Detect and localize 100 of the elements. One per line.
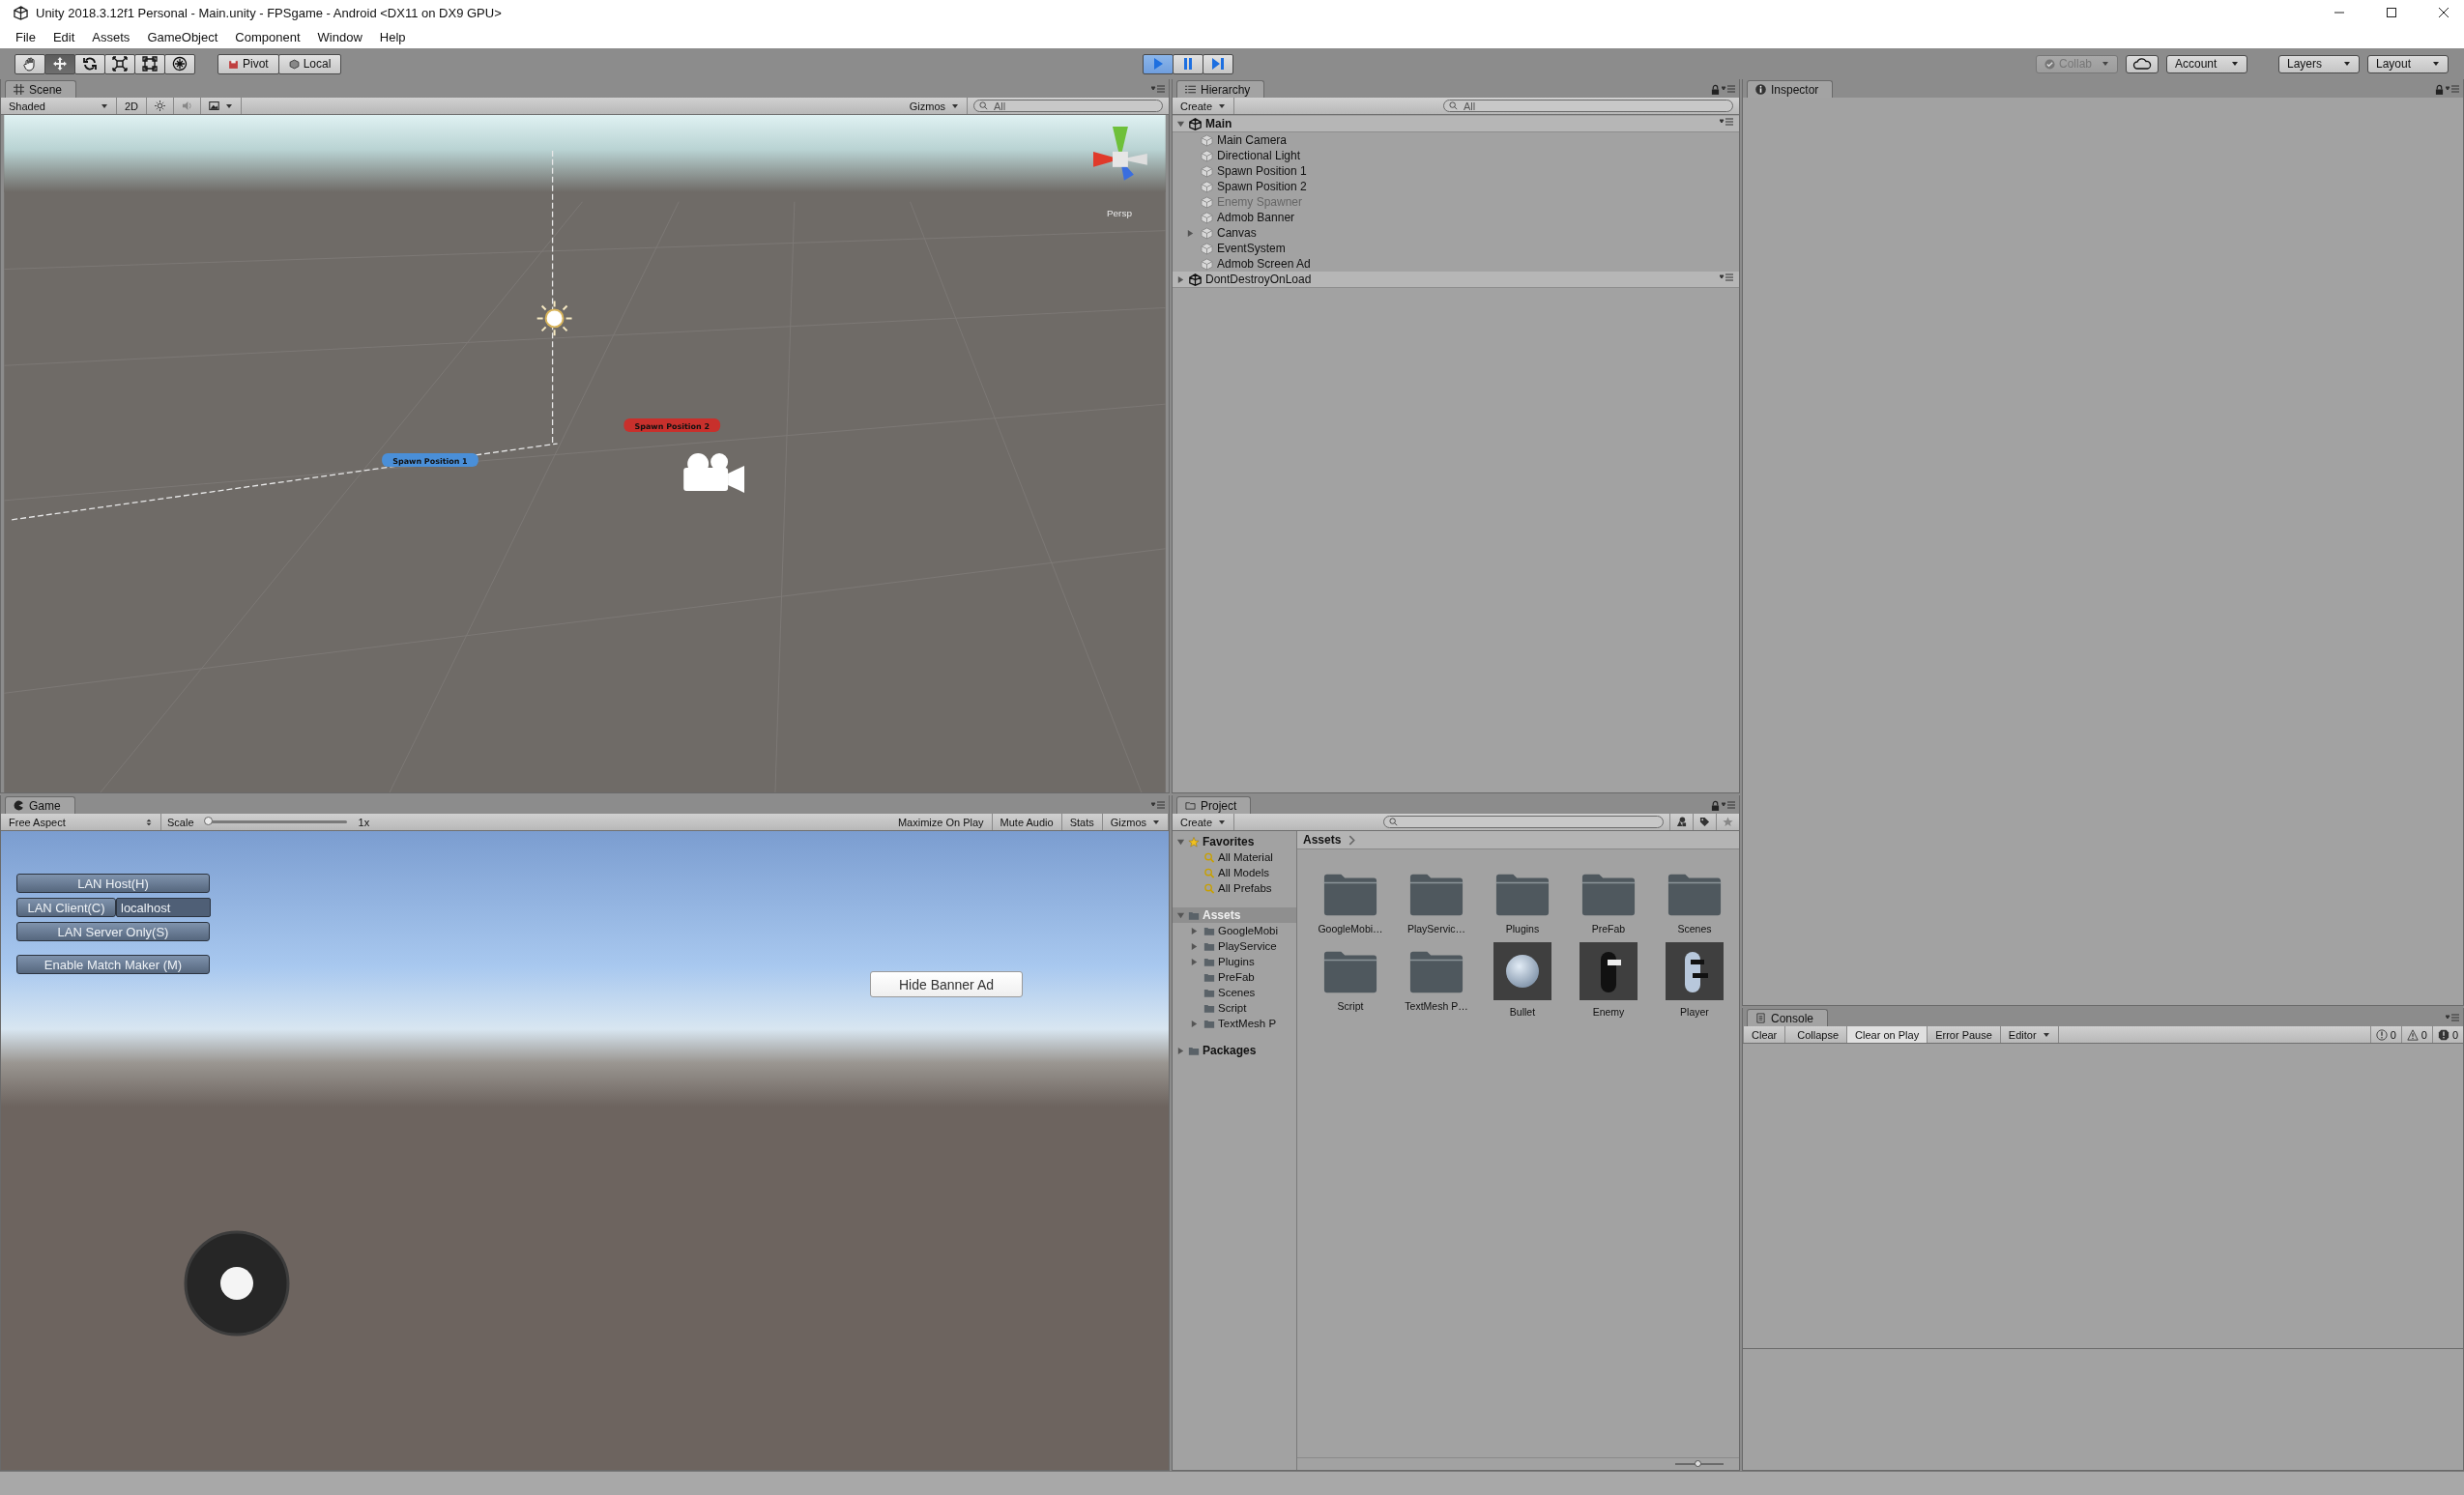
step-button[interactable] (1203, 53, 1234, 74)
scene-menu-icon[interactable] (1720, 117, 1733, 126)
network-button[interactable]: LAN Host(H) (16, 874, 210, 893)
hierarchy-tab[interactable]: Hierarchy (1176, 80, 1265, 98)
network-button[interactable]: LAN Server Only(S) (16, 922, 210, 941)
shading-dropdown[interactable]: Shaded (1, 98, 117, 114)
tree-item[interactable]: Script (1173, 1000, 1296, 1016)
asset-item[interactable]: Script (1309, 942, 1392, 1018)
console-toggle[interactable]: Clear on Play (1847, 1026, 1928, 1043)
scene-tab[interactable]: Scene (5, 80, 77, 98)
scene-header[interactable]: Main (1173, 116, 1739, 132)
message-count-toggle[interactable]: 0 (2400, 1026, 2432, 1043)
layers-dropdown[interactable]: Layers (2278, 54, 2360, 73)
gizmos-dropdown[interactable]: Gizmos (901, 98, 968, 114)
scene-object-label[interactable]: Spawn Position 1 (382, 453, 478, 467)
asset-item[interactable]: Scenes (1653, 865, 1736, 934)
scene-search-field[interactable]: All (973, 100, 1163, 112)
scene-object-label[interactable]: Spawn Position 2 (623, 418, 721, 433)
project-search-field[interactable] (1383, 816, 1664, 828)
panel-menu-icon[interactable] (1151, 85, 1165, 93)
cloud-button[interactable] (2126, 54, 2159, 73)
match-maker-button[interactable]: Enable Match Maker (M) (16, 955, 210, 974)
asset-item[interactable]: PreFab (1567, 865, 1650, 934)
menu-item[interactable]: Component (235, 29, 301, 44)
joystick[interactable] (184, 1230, 290, 1337)
tree-item[interactable]: Scenes (1173, 985, 1296, 1000)
hierarchy-item[interactable]: EventSystem (1173, 241, 1739, 256)
view-toggle[interactable]: Mute Audio (992, 814, 1062, 830)
hierarchy-item[interactable]: Canvas (1173, 225, 1739, 241)
orientation-gizmo-icon[interactable] (1093, 126, 1147, 181)
hierarchy-search-field[interactable]: All (1443, 100, 1733, 112)
view-toggle[interactable]: Maximize On Play (889, 814, 993, 830)
layout-dropdown[interactable]: Layout (2367, 54, 2449, 73)
tree-item[interactable]: Favorites (1173, 834, 1296, 849)
menu-item[interactable]: File (15, 29, 36, 44)
create-dropdown[interactable]: Create (1173, 814, 1235, 830)
asset-item[interactable]: TextMesh P… (1395, 942, 1478, 1018)
lan-client-button[interactable]: LAN Client(C) (16, 898, 116, 917)
menu-item[interactable]: Assets (92, 29, 130, 44)
tree-item[interactable]: All Material (1173, 849, 1296, 865)
scene-header[interactable]: DontDestroyOnLoad (1173, 272, 1739, 288)
transform-tool-button[interactable] (164, 53, 195, 74)
clear-button[interactable]: Clear (1743, 1026, 1786, 1043)
tree-item[interactable]: PreFab (1173, 969, 1296, 985)
breadcrumb-item[interactable]: Assets (1303, 833, 1342, 847)
gizmos-dropdown[interactable]: Gizmos (1102, 814, 1169, 830)
lock-icon[interactable] (2435, 84, 2444, 95)
camera-icon[interactable] (683, 453, 745, 493)
hierarchy-item[interactable]: Spawn Position 1 (1173, 163, 1739, 179)
asset-item[interactable]: Player (1653, 942, 1736, 1018)
expand-arrow-icon[interactable] (1176, 1046, 1185, 1055)
play-button[interactable] (1143, 53, 1174, 74)
account-dropdown[interactable]: Account (2166, 54, 2247, 73)
panel-menu-icon[interactable] (2446, 85, 2459, 93)
panel-menu-icon[interactable] (1151, 801, 1165, 809)
menu-item[interactable]: Help (379, 29, 406, 44)
asset-item[interactable]: PlayServic… (1395, 865, 1478, 934)
project-tab[interactable]: Project (1176, 796, 1252, 814)
expand-arrow-icon[interactable] (1176, 837, 1185, 847)
expand-arrow-icon[interactable] (1190, 1019, 1199, 1028)
create-dropdown[interactable]: Create (1173, 98, 1235, 114)
tree-item[interactable]: Plugins (1173, 954, 1296, 969)
asset-item[interactable]: GoogleMobi… (1309, 865, 1392, 934)
console-tab[interactable]: Console (1747, 1009, 1829, 1026)
menu-item[interactable]: Edit (52, 29, 75, 44)
tree-item[interactable]: TextMesh P (1173, 1016, 1296, 1031)
hierarchy-item[interactable]: Admob Screen Ad (1173, 256, 1739, 272)
hierarchy-item[interactable]: Directional Light (1173, 148, 1739, 163)
hierarchy-item[interactable]: Admob Banner (1173, 210, 1739, 225)
inspector-tab[interactable]: Inspector (1747, 80, 1834, 98)
host-address-field[interactable]: localhost (116, 898, 211, 917)
editor-dropdown[interactable]: Editor (2000, 1026, 2059, 1043)
message-count-toggle[interactable]: 0 (2431, 1026, 2463, 1043)
scene-menu-icon[interactable] (1720, 273, 1733, 281)
maximize-icon[interactable] (2385, 6, 2398, 19)
close-icon[interactable] (2437, 6, 2450, 19)
view-toggle[interactable]: Stats (1061, 814, 1103, 830)
tree-item[interactable]: All Prefabs (1173, 880, 1296, 896)
rect-tool-button[interactable] (134, 53, 165, 74)
menu-item[interactable]: GameObject (147, 29, 218, 44)
pause-button[interactable] (1173, 53, 1204, 74)
tree-item[interactable]: All Models (1173, 865, 1296, 880)
expand-arrow-icon[interactable] (1176, 119, 1185, 129)
sun-icon[interactable] (536, 300, 573, 337)
move-tool-button[interactable] (44, 53, 75, 74)
hand-tool-button[interactable] (14, 53, 45, 74)
tree-item[interactable]: Packages (1173, 1043, 1296, 1058)
lock-icon[interactable] (1711, 800, 1720, 811)
asset-item[interactable]: Bullet (1481, 942, 1564, 1018)
hierarchy-item[interactable]: Spawn Position 2 (1173, 179, 1739, 194)
aspect-dropdown[interactable]: Free Aspect (1, 814, 161, 830)
tree-item[interactable]: GoogleMobi (1173, 923, 1296, 938)
pivot-button[interactable]: Pivot (217, 53, 279, 74)
scale-tool-button[interactable] (104, 53, 135, 74)
panel-menu-icon[interactable] (2446, 1014, 2459, 1021)
expand-arrow-icon[interactable] (1190, 926, 1199, 935)
panel-menu-icon[interactable] (1722, 85, 1735, 93)
projection-label[interactable]: Persp (1106, 207, 1132, 218)
game-tab[interactable]: Game (5, 796, 75, 814)
2d-toggle[interactable]: 2D (117, 98, 148, 114)
